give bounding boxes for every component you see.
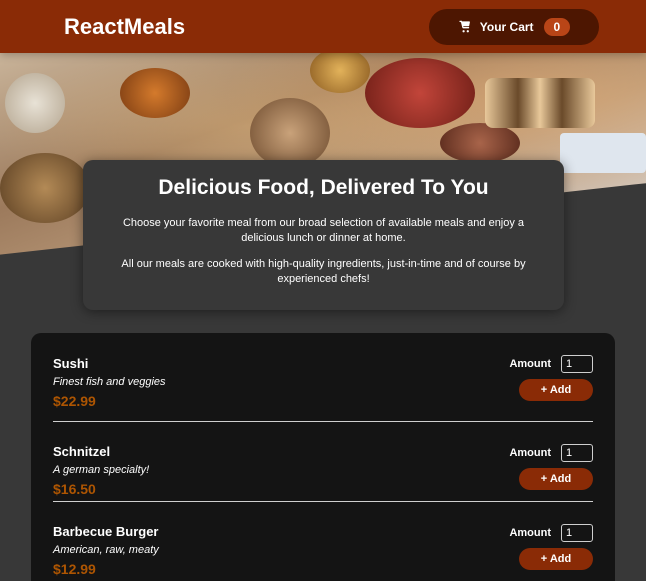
add-button[interactable]: + Add	[519, 548, 593, 570]
amount-input[interactable]	[561, 524, 593, 542]
amount-input[interactable]	[561, 355, 593, 373]
meal-item-sushi: Sushi Finest fish and veggies $22.99 Amo…	[53, 333, 593, 422]
meal-form: Amount + Add	[503, 524, 593, 570]
cart-button[interactable]: Your Cart 0	[429, 8, 599, 45]
meal-form: Amount + Add	[503, 355, 593, 401]
cart-count-badge: 0	[543, 17, 571, 36]
cart-label: Your Cart	[479, 19, 534, 34]
available-meals: Sushi Finest fish and veggies $22.99 Amo…	[31, 333, 615, 581]
brand-title: ReactMeals	[64, 13, 186, 39]
amount-label: Amount	[509, 447, 551, 459]
add-button[interactable]: + Add	[519, 468, 593, 490]
amount-label: Amount	[509, 358, 551, 370]
meal-form: Amount + Add	[503, 444, 593, 490]
meals-summary: Delicious Food, Delivered To You Choose …	[83, 160, 564, 310]
app-header: ReactMeals Your Cart 0	[0, 0, 646, 53]
meal-item-schnitzel: Schnitzel A german specialty! $16.50 Amo…	[53, 422, 593, 502]
summary-title: Delicious Food, Delivered To You	[158, 176, 489, 199]
cart-icon	[458, 20, 472, 34]
amount-input[interactable]	[561, 444, 593, 462]
amount-label: Amount	[509, 527, 551, 539]
add-button[interactable]: + Add	[519, 379, 593, 401]
summary-paragraph-1: Choose your favorite meal from our broad…	[122, 217, 525, 244]
summary-paragraph-2: All our meals are cooked with high-quali…	[121, 258, 526, 285]
meal-item-barbecue-burger: Barbecue Burger American, raw, meaty $12…	[53, 502, 593, 581]
